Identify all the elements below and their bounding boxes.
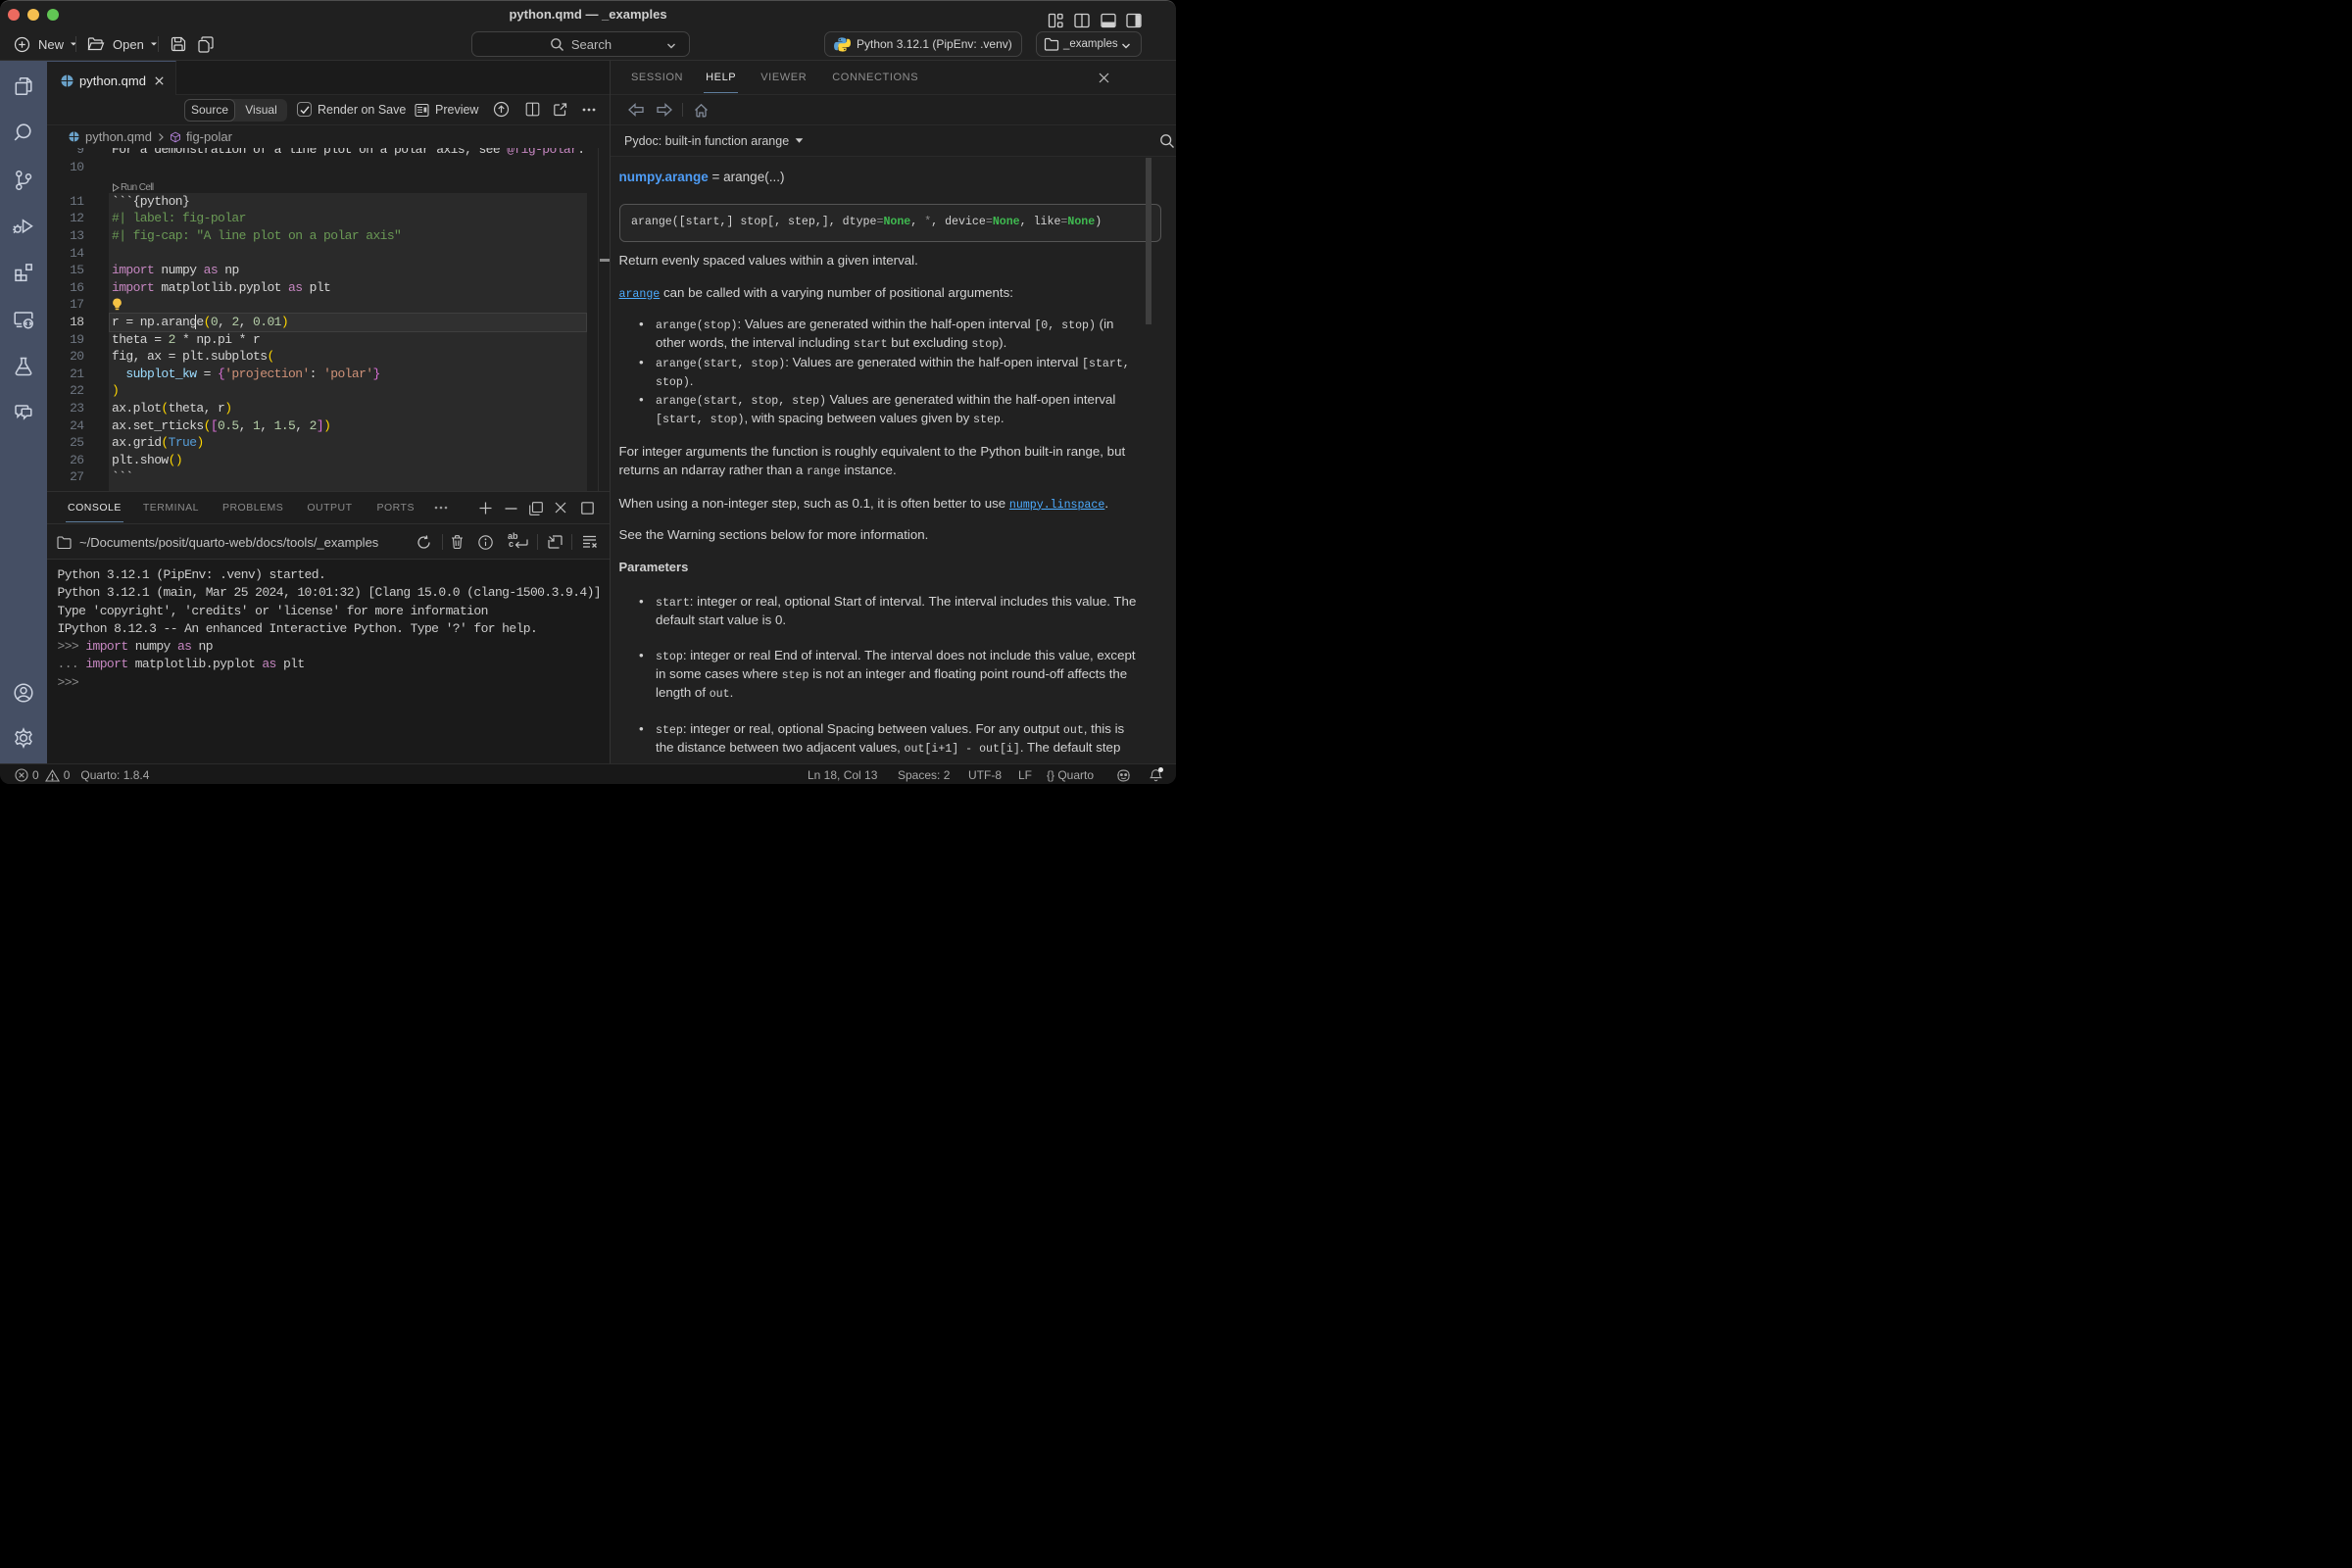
- svg-text:c: c: [509, 539, 514, 549]
